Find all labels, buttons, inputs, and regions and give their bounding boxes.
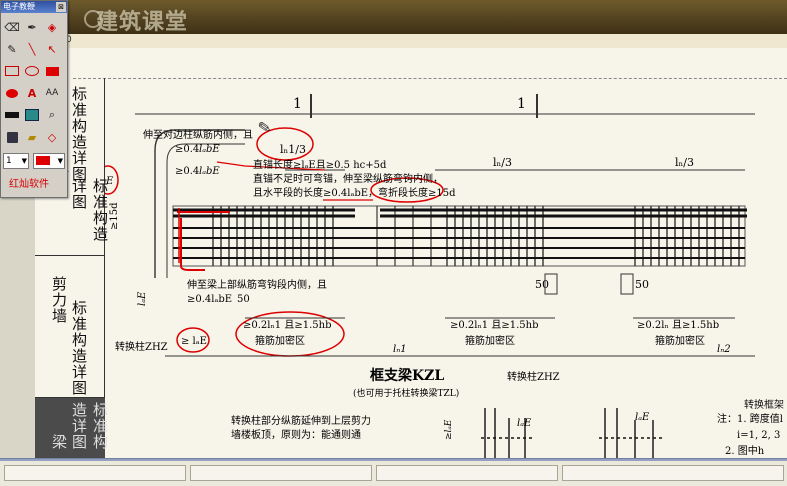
dim-label: lₐE (105, 176, 114, 187)
font-size-icon[interactable]: AA (43, 84, 61, 102)
note-text: 直锚不足时可弯锚，伸至梁纵筋弯钩内侧， (253, 172, 443, 185)
eraser-icon[interactable]: ⌫ (3, 18, 21, 36)
sidebar-section-wall: 标准构造详图 剪力墙 (35, 256, 105, 398)
dim-label: ≥ lₐE (181, 336, 207, 347)
note-text: 直锚长度≥lₐE且≥0.5 hc+5d (253, 158, 387, 171)
document-header: 0 (0, 34, 787, 49)
dim-label: lₐE (137, 291, 148, 306)
shape-icon[interactable]: ◇ (43, 128, 61, 146)
scroll-track[interactable] (0, 458, 787, 461)
figure-label: 转换框架 (744, 400, 784, 411)
status-segment (4, 465, 186, 481)
rebar-drawing: 1 1 lₙ1/3 lₙ/3 lₙ/3 伸至对边柱纵筋内侧，且 ≥0.4 lₐb… (105, 94, 783, 458)
note-text: lₐbE (199, 144, 220, 155)
black-bar-icon[interactable] (3, 106, 21, 124)
sidebar-label: 标准构造详图 (70, 86, 88, 182)
dense-zone-text: ≥0.2lₙ1 且≥1.5hb (450, 319, 538, 331)
red-annotation (180, 218, 205, 271)
arrow-icon[interactable]: ↖ (43, 40, 61, 58)
ellipse-outline-icon[interactable] (23, 62, 41, 80)
pencil-icon[interactable]: ✎ (3, 40, 21, 58)
sidebar-label: 标准构造详图 (70, 300, 88, 396)
pen-icon[interactable]: ✒ (23, 18, 41, 36)
note-text: ≥0.4 (175, 166, 199, 177)
note-text: 转换柱部分纵筋延伸到上层剪力 (231, 414, 371, 427)
dim-label: lₙ/3 (493, 156, 512, 169)
status-segment (376, 465, 558, 481)
save-icon[interactable] (3, 128, 21, 146)
axis-number: 1 (293, 96, 302, 112)
figure-title: 框支梁KZL (370, 367, 444, 384)
sidebar-label: 梁 (50, 434, 68, 450)
palette-titlebar[interactable]: 电子教鞭 ⊠ (1, 1, 67, 13)
status-segment (190, 465, 372, 481)
palette-title: 电子教鞭 (3, 2, 35, 11)
line-icon[interactable]: ╲ (23, 40, 41, 58)
dense-zone-text: ≥0.2lₙ 且≥1.5hb (637, 319, 719, 331)
note-text: 墙楼板顶，原则为：能通则通 (231, 428, 361, 441)
column-label: 转换柱ZHZ (115, 340, 168, 353)
dim-label: 50 (237, 294, 250, 305)
dim-label: lₐE (635, 412, 650, 423)
note-text: lₐbE (199, 166, 220, 177)
sidebar-label: 剪力墙 (50, 276, 68, 324)
axis-number: 1 (517, 96, 526, 112)
dim-label: 50 (635, 278, 649, 291)
dense-zone-label: 箍筋加密区 (465, 334, 515, 347)
palette-brand: 红灿软件 (9, 179, 49, 190)
magnify-icon[interactable]: ⌕ (43, 106, 61, 124)
line-width-value: 1 (6, 156, 12, 166)
dense-zone-text: ≥0.2lₙ1 且≥1.5hb (243, 319, 331, 331)
fill-icon[interactable]: ◈ (43, 18, 61, 36)
dim-label: ≥15d (109, 202, 120, 230)
note-text: ≥0.4lₐbE (187, 294, 232, 305)
dense-zone-label: 箍筋加密区 (255, 334, 305, 347)
text-icon[interactable]: A (23, 84, 41, 102)
open-icon[interactable]: ▰ (23, 128, 41, 146)
dim-label: lₙ/3 (675, 156, 694, 169)
column-label: 转换柱ZHZ (507, 370, 560, 383)
annotation-palette: 电子教鞭 ⊠ ⌫ ✒ ◈ ✎ ╲ ↖ A AA ⌕ ▰ ◇ 1 ▼ ▼ 红灿软件 (0, 0, 68, 198)
column-outline (620, 273, 634, 295)
close-icon[interactable]: ⊠ (56, 2, 66, 12)
chevron-down-icon: ▼ (57, 157, 63, 165)
note-text: ≥0.4 (175, 144, 199, 155)
red-circle-annotation (235, 311, 345, 357)
note-text: 伸至梁上部纵筋弯钩段内侧，且 (187, 278, 327, 291)
chevron-down-icon: ▼ (21, 157, 27, 165)
rect-fill-icon[interactable] (43, 62, 61, 80)
dim-label: ≥lₐE (444, 419, 454, 440)
dim-label: lₙ1 (393, 344, 407, 355)
status-segment (562, 465, 784, 481)
note-text: 且水平段的长度≥0.4lₐbE，弯折段长度≥15d (253, 186, 456, 199)
dim-label: 50 (535, 278, 549, 291)
figure-subtitle: (也可用于托柱转换梁TZL) (353, 387, 459, 399)
color-select[interactable]: ▼ (33, 153, 65, 169)
screen-icon[interactable] (23, 106, 41, 124)
color-swatch (36, 156, 50, 165)
note-text: 2. 图中h (725, 444, 765, 457)
status-bar (0, 458, 787, 486)
note-text: i=1, 2, 3 (737, 430, 780, 441)
brand-watermark: 建筑课堂 (96, 10, 189, 35)
rect-outline-icon[interactable] (3, 62, 21, 80)
dense-zone-label: 箍筋加密区 (655, 334, 705, 347)
sidebar-section-beam: 标准构造详图 梁 (35, 398, 109, 458)
title-bar: 建筑课堂 (0, 0, 787, 35)
note-text: 注：1. 跨度值l (717, 412, 783, 425)
dim-label: lₙ2 (717, 344, 731, 355)
ellipse-fill-icon[interactable] (3, 84, 21, 102)
line-width-select[interactable]: 1 ▼ (3, 153, 29, 169)
note-text: 伸至对边柱纵筋内侧，且 (143, 128, 253, 141)
dim-label: lₙ1/3 (280, 143, 306, 156)
